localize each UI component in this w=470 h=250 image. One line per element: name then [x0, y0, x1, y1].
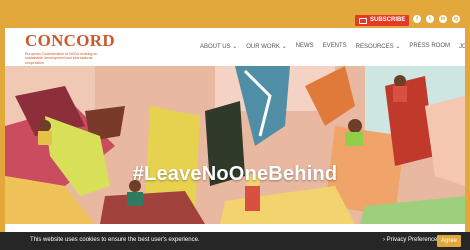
hero-illustration [5, 66, 465, 224]
mail-icon [359, 17, 367, 24]
nav-our-work[interactable]: OUR WORK ⌄ [246, 43, 286, 51]
privacy-preferences-link[interactable]: › Privacy Preferences [383, 237, 440, 243]
nav-about-us[interactable]: ABOUT US ⌄ [200, 43, 237, 51]
top-bar: SUBSCRIBE f t in ig rss yt [5, 5, 465, 28]
instagram-icon[interactable]: ig [452, 15, 460, 23]
linkedin-icon[interactable]: in [439, 15, 447, 23]
nav-join-us[interactable]: JOIN US ⌄ [459, 43, 465, 51]
main-nav: ABOUT US ⌄ OUR WORK ⌄ NEWS EVENTS RESOUR… [200, 43, 465, 51]
hero-banner: #LeaveNoOneBehind [5, 66, 465, 224]
logo-name: CONCORD [25, 31, 115, 50]
nav-press-room[interactable]: PRESS ROOM [409, 43, 450, 51]
site-header: CONCORD European Confederation of NGOs w… [5, 28, 465, 66]
page-frame: SUBSCRIBE f t in ig rss yt CONCORD Europ… [0, 0, 470, 250]
nav-events[interactable]: EVENTS [323, 43, 347, 51]
cookie-message: This website uses cookies to ensure the … [30, 237, 200, 243]
hero-hashtag: #LeaveNoOneBehind [132, 163, 338, 185]
logo[interactable]: CONCORD European Confederation of NGOs w… [25, 31, 120, 65]
subscribe-button[interactable]: SUBSCRIBE [355, 15, 410, 26]
cookie-bar: This website uses cookies to ensure the … [0, 232, 470, 250]
subscribe-label: SUBSCRIBE [370, 17, 406, 23]
nav-news[interactable]: NEWS [296, 43, 314, 51]
facebook-icon[interactable]: f [413, 15, 421, 23]
logo-subtitle: European Confederation of NGOs working o… [25, 52, 98, 65]
nav-resources[interactable]: RESOURCES ⌄ [356, 43, 401, 51]
rss-icon[interactable]: rss [465, 15, 470, 23]
twitter-icon[interactable]: t [426, 15, 434, 23]
social-links: f t in ig rss yt [413, 15, 470, 23]
agree-button[interactable]: Agree [437, 235, 461, 247]
